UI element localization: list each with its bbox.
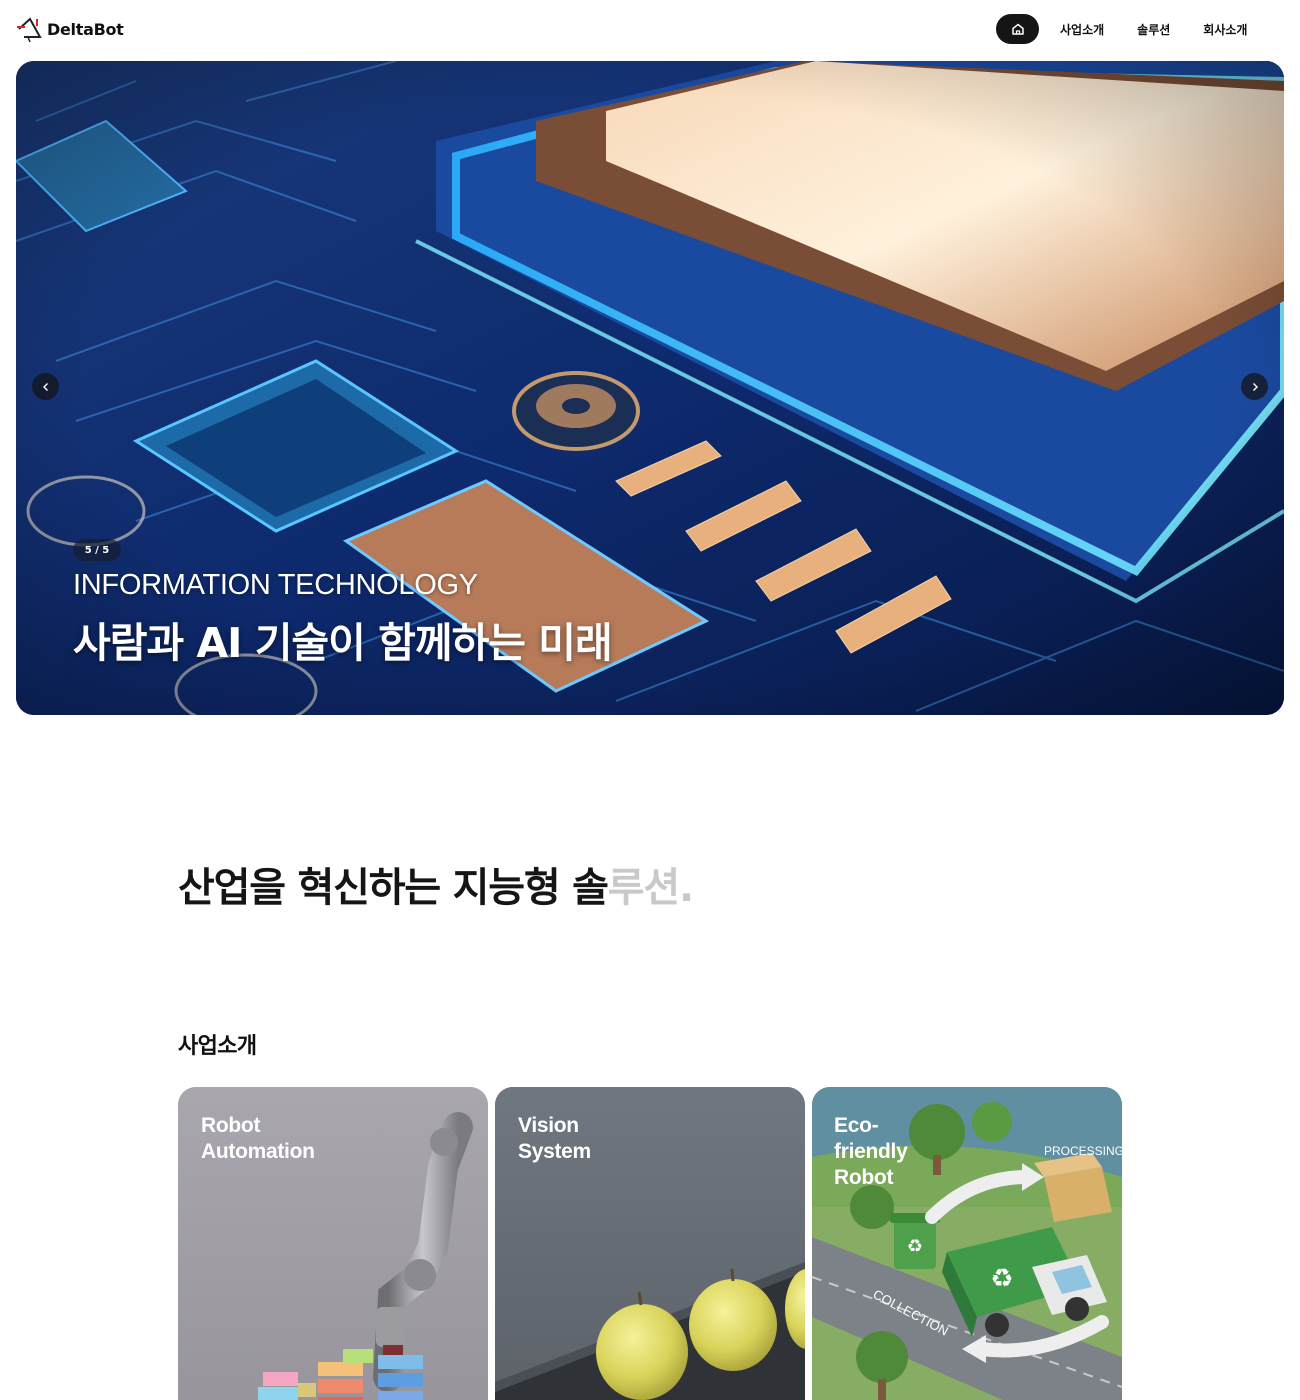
brand-name: DeltaBot — [47, 19, 124, 39]
card-title: Vision System — [518, 1114, 591, 1163]
svg-text:♻: ♻ — [907, 1236, 923, 1257]
business-card-robot-automation[interactable]: Robot Automation — [178, 1087, 488, 1400]
hero-prev-button[interactable] — [32, 373, 59, 400]
home-icon — [1011, 23, 1024, 35]
nav-home-button[interactable] — [996, 14, 1039, 44]
business-card-vision-system[interactable]: Vision System — [495, 1087, 805, 1400]
card-title: Eco- friendly Robot — [834, 1114, 908, 1189]
hero-subtitle: INFORMATION TECHNOLOGY — [73, 569, 478, 601]
business-card-eco-friendly-robot[interactable]: ♻ ♻ PROCESSING COLLECTION Eco- friendly … — [812, 1087, 1122, 1400]
hero-title: 사람과 AI 기술이 함께하는 미래 — [73, 619, 613, 667]
svg-text:♻: ♻ — [990, 1264, 1013, 1294]
tagline-heading: 산업을 혁신하는 지능형 솔루션. — [178, 855, 694, 913]
chevron-left-icon — [42, 382, 48, 391]
hero-next-button[interactable] — [1241, 373, 1268, 400]
tagline-dark-part: 산업을 혁신하는 지능형 솔 — [178, 865, 609, 911]
nav-item-solutions[interactable]: 솔루션 — [1137, 21, 1170, 38]
deltabot-logo-icon — [17, 17, 42, 43]
nav-item-company[interactable]: 회사소개 — [1203, 21, 1247, 38]
chevron-right-icon — [1252, 382, 1258, 391]
hero-slider[interactable]: 5 / 5 INFORMATION TECHNOLOGY 사람과 AI 기술이 … — [16, 61, 1284, 715]
tagline-light-part: 루션. — [607, 865, 694, 911]
card-title: Robot Automation — [201, 1114, 315, 1163]
business-section-title: 사업소개 — [178, 1034, 257, 1059]
nav-item-business[interactable]: 사업소개 — [1060, 21, 1104, 38]
site-header: DeltaBot 사업소개 솔루션 회사소개 — [0, 0, 1300, 58]
main-nav: 사업소개 솔루션 회사소개 — [996, 14, 1247, 44]
brand-logo[interactable]: DeltaBot — [16, 15, 124, 43]
processing-label: PROCESSING — [1044, 1144, 1122, 1158]
slide-counter: 5 / 5 — [73, 539, 121, 561]
